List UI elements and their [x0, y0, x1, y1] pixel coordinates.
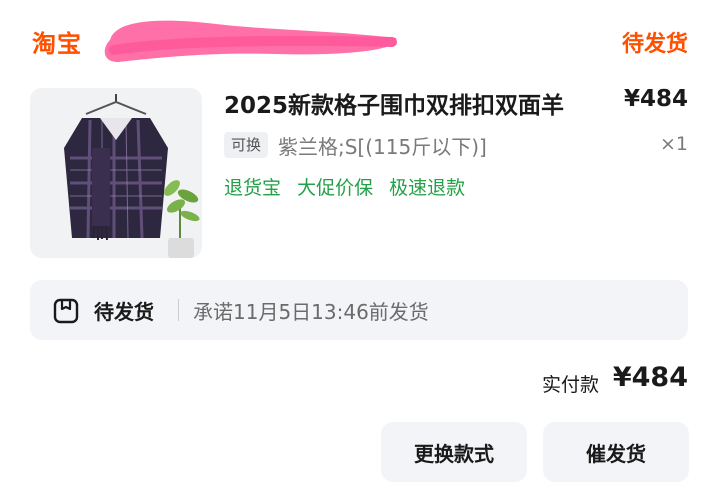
package-box-icon	[53, 298, 79, 324]
product-quantity: ×1	[659, 133, 688, 155]
exchangeable-badge: 可换	[224, 132, 269, 158]
paid-label: 实付款	[542, 374, 600, 396]
service-tag-fast-refund: 极速退款	[389, 177, 466, 199]
product-image[interactable]	[30, 88, 202, 258]
redaction-scribble	[104, 20, 397, 62]
order-status: 待发货	[621, 32, 688, 57]
paid-amount: ¥484	[612, 362, 688, 393]
service-tags: 退货宝 大促价保 极速退款	[224, 173, 475, 200]
product-sku: 紫兰格;S[(115斤以下)]	[278, 135, 487, 159]
divider	[178, 299, 179, 321]
service-tag-return-insurance: 退货宝	[224, 177, 282, 199]
product-price: ¥484	[623, 86, 688, 112]
shop-name[interactable]: 淘宝	[32, 24, 82, 59]
service-tag-price-protection: 大促价保	[297, 177, 374, 199]
change-style-button[interactable]: 更换款式	[381, 422, 527, 482]
product-title[interactable]: 2025新款格子围巾双排扣双面羊	[224, 86, 564, 120]
scarf-coat-photo-icon	[30, 88, 202, 258]
shipping-promise: 承诺11月5日13:46前发货	[193, 300, 429, 324]
urge-shipping-button[interactable]: 催发货	[543, 422, 689, 482]
shipping-status: 待发货	[94, 300, 154, 324]
